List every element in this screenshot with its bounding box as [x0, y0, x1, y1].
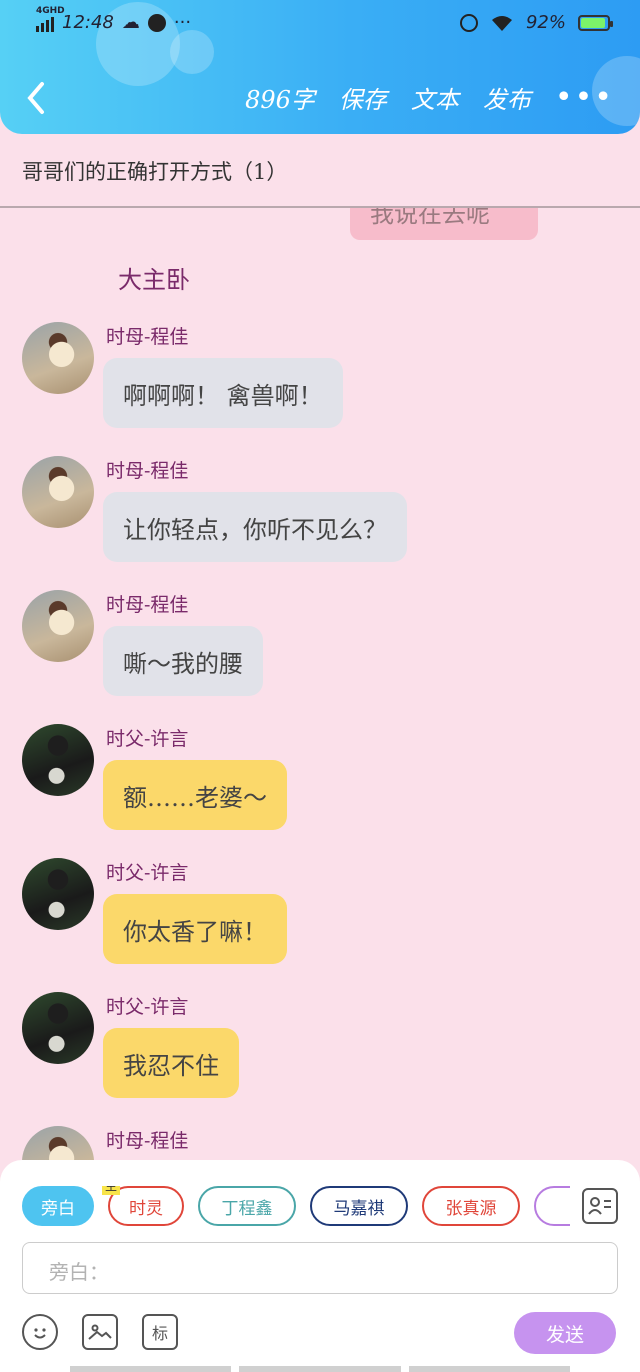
- message-bubble[interactable]: 额……老婆～: [103, 760, 287, 830]
- speaker-name: 时母-程佳: [106, 326, 189, 348]
- cloud-icon: ☁: [121, 12, 140, 33]
- publish-button[interactable]: 发布: [483, 80, 531, 115]
- role-label: 时灵: [129, 1198, 163, 1219]
- back-arrow-icon[interactable]: [22, 78, 52, 118]
- alarm-icon: [459, 13, 478, 32]
- wifi-icon: [491, 15, 512, 31]
- message-bubble[interactable]: 让你轻点，你听不见么？: [103, 492, 407, 562]
- role-label: 张真源: [445, 1198, 497, 1219]
- word-count: 896字: [245, 86, 315, 114]
- document-title-bar: 哥哥们的正确打开方式（1）: [0, 134, 640, 208]
- speaker-name: 时母-程佳: [106, 1130, 189, 1152]
- role-label: 旁白: [41, 1198, 75, 1219]
- role-chip[interactable]: 宋: [534, 1186, 570, 1226]
- battery-icon: [578, 14, 613, 31]
- nav-bar: 896字 保存 文本 发布 •••: [0, 72, 640, 124]
- role-label: 马嘉祺: [333, 1198, 385, 1219]
- more-notifications-icon: ···: [173, 12, 192, 33]
- scene-label: 大主卧: [118, 266, 190, 294]
- avatar[interactable]: [22, 724, 94, 796]
- status-time: 12:48: [62, 12, 114, 33]
- save-button[interactable]: 保存: [339, 80, 387, 115]
- role-chip-narrator[interactable]: 旁白: [22, 1186, 94, 1226]
- image-icon[interactable]: [82, 1314, 118, 1350]
- avatar[interactable]: [22, 456, 94, 528]
- status-bar: 4GHD 12:48 ☁ ··· 92%: [0, 6, 640, 40]
- message-bubble[interactable]: 啊啊啊！ 禽兽啊！: [103, 358, 343, 428]
- send-button[interactable]: 发送: [514, 1312, 616, 1354]
- app-header: 4GHD 12:48 ☁ ··· 92% 896字 保存 文本 发布 •••: [0, 0, 640, 134]
- chat-area[interactable]: 我说在去呢 大主卧 时母-程佳 啊啊啊！ 禽兽啊！ 时母-程佳 让你轻点，你听不…: [0, 208, 640, 1160]
- role-chip[interactable]: 张真源: [422, 1186, 520, 1226]
- avatar[interactable]: [22, 322, 94, 394]
- tag-button[interactable]: 标: [142, 1314, 178, 1350]
- message-bubble[interactable]: 嘶～我的腰: [103, 626, 263, 696]
- role-card-icon[interactable]: [582, 1188, 618, 1224]
- speaker-name: 时父-许言: [106, 862, 189, 884]
- main-role-tag: 主: [102, 1186, 121, 1195]
- role-label: 丁程鑫: [221, 1198, 273, 1219]
- role-chip[interactable]: 丁程鑫: [198, 1186, 296, 1226]
- role-chip[interactable]: 马嘉祺: [310, 1186, 408, 1226]
- battery-fill: [581, 17, 605, 28]
- avatar[interactable]: [22, 590, 94, 662]
- speaker-name: 时父-许言: [106, 728, 189, 750]
- network-type: 4GHD: [36, 5, 65, 16]
- speaker-name: 时父-许言: [106, 996, 189, 1018]
- avatar[interactable]: [22, 1126, 94, 1160]
- role-selector[interactable]: 旁白 主时灵 丁程鑫 马嘉祺 张真源 宋: [22, 1186, 570, 1228]
- more-options-button[interactable]: •••: [555, 82, 614, 113]
- compose-panel: 旁白 主时灵 丁程鑫 马嘉祺 张真源 宋 旁白： 标 发送: [0, 1160, 640, 1372]
- speaker-name: 时母-程佳: [106, 460, 189, 482]
- role-chip[interactable]: 主时灵: [102, 1186, 184, 1226]
- message-input[interactable]: 旁白：: [22, 1242, 618, 1294]
- emoji-icon[interactable]: [22, 1314, 58, 1350]
- message-bubble[interactable]: 我忍不住: [103, 1028, 239, 1098]
- speaker-name: 时母-程佳: [106, 594, 189, 616]
- text-button[interactable]: 文本: [411, 80, 459, 115]
- avatar[interactable]: [22, 858, 94, 930]
- avatar[interactable]: [22, 992, 94, 1064]
- signal-icon: 4GHD: [36, 6, 65, 32]
- contact-card-icon: [588, 1197, 611, 1215]
- gauge-icon: [147, 13, 166, 32]
- message-bubble[interactable]: 你太香了嘛！: [103, 894, 287, 964]
- battery-percent: 92%: [525, 12, 566, 33]
- document-title[interactable]: 哥哥们的正确打开方式（1）: [22, 156, 287, 186]
- bottom-indicator: [70, 1366, 570, 1372]
- partial-message-bubble[interactable]: 我说在去呢: [350, 208, 538, 240]
